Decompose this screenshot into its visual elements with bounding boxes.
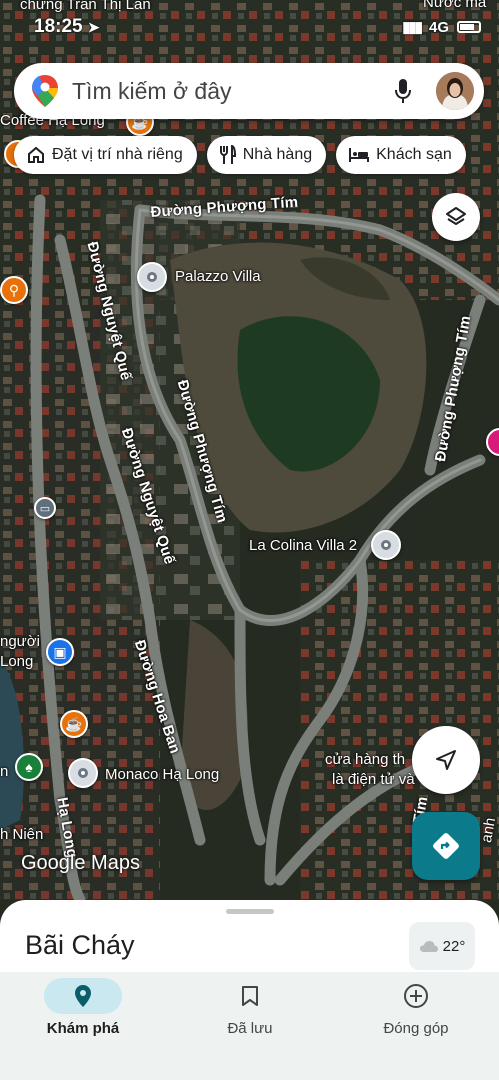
search-input[interactable]: Tìm kiếm ở đây [72, 78, 388, 105]
nav-label-saved: Đã lưu [227, 1020, 273, 1037]
status-indicators: ▮▮▮ 4G [402, 18, 481, 36]
search-bar[interactable]: Tìm kiếm ở đây [14, 63, 484, 119]
bottom-sheet[interactable]: Bãi Cháy 22° [0, 900, 499, 980]
place-label-long: Long [0, 653, 34, 670]
directions-icon [433, 833, 459, 859]
network-type: 4G [428, 18, 449, 36]
nav-contribute[interactable]: Đóng góp [346, 972, 486, 1062]
directions-button[interactable] [412, 812, 480, 880]
top-right-text: Nước ma [423, 0, 487, 11]
battery-icon [457, 21, 481, 33]
temperature: 22° [442, 937, 466, 955]
explore-pin-icon [75, 985, 91, 1007]
place-label-store-1: cửa hàng th [325, 751, 406, 768]
notification-text: chứng Trần Thị Lan [20, 0, 151, 13]
place-label-palazzo[interactable]: Palazzo Villa [175, 268, 261, 285]
navigation-arrow-icon [436, 750, 456, 770]
place-label-store-2: là điện tử và [332, 771, 415, 788]
bottom-navigation: Khám phá Đã lưu Đóng góp [0, 972, 499, 1080]
bookmark-icon [242, 986, 258, 1006]
hotel-icon [349, 148, 370, 162]
microphone-icon[interactable] [388, 76, 418, 106]
place-label-monaco[interactable]: Monaco Hạ Long [105, 766, 219, 783]
nav-explore-pill [44, 978, 122, 1014]
layers-button[interactable] [432, 193, 480, 241]
nav-label-contribute: Đóng góp [383, 1020, 449, 1037]
chip-label-hotels: Khách sạn [376, 146, 452, 163]
nav-saved[interactable]: Đã lưu [180, 972, 320, 1062]
restaurant-icon [219, 145, 236, 164]
category-chips: Đặt vị trí nhà riêng Nhà hàng Khách sạn [14, 136, 466, 174]
google-maps-pin-icon [32, 75, 58, 107]
shopping-poi-icon[interactable]: ▣ [46, 638, 74, 666]
restaurant-poi-icon-2[interactable]: ⚲ [0, 276, 28, 304]
weather-chip[interactable]: 22° [409, 922, 475, 970]
chip-label-restaurants: Nhà hàng [242, 146, 313, 163]
place-label-n: n [0, 763, 9, 780]
nav-contribute-pill [377, 978, 455, 1014]
status-bar: chứng Trần Thị Lan Nước ma 18:25 ➤ ▮▮▮ 4… [0, 0, 499, 44]
area-title: Bãi Cháy [25, 930, 135, 960]
signal-icon: ▮▮▮ [402, 19, 423, 36]
la-colina-pin-icon[interactable] [371, 530, 401, 560]
google-maps-logo: Google Maps [21, 852, 140, 874]
place-label-thanh-nien: h Niên [0, 826, 44, 843]
add-circle-icon [404, 984, 428, 1008]
location-arrow-icon: ➤ [87, 19, 100, 35]
chip-set-home[interactable]: Đặt vị trí nhà riêng [14, 136, 197, 174]
layers-icon [446, 207, 466, 225]
status-time-value: 18:25 [34, 16, 83, 37]
place-label-colina[interactable]: La Colina Villa 2 [249, 537, 357, 554]
bus-stop-icon[interactable]: ▭ [34, 497, 56, 519]
nav-explore[interactable]: Khám phá [13, 972, 153, 1062]
park-poi-icon[interactable]: ♠ [15, 753, 43, 781]
cloud-icon [419, 941, 438, 952]
nav-label-explore: Khám phá [46, 1020, 120, 1037]
profile-avatar[interactable] [436, 72, 474, 110]
chip-hotels[interactable]: Khách sạn [336, 136, 466, 174]
status-time: 18:25 ➤ [34, 16, 100, 38]
chip-restaurants[interactable]: Nhà hàng [206, 136, 327, 174]
my-location-button[interactable] [412, 726, 480, 794]
cafe-poi-icon-2[interactable]: ☕ [60, 710, 88, 738]
place-label-nguoi: người [0, 633, 40, 650]
palazzo-villa-pin-icon[interactable] [137, 262, 167, 292]
monaco-pin-icon[interactable] [68, 758, 98, 788]
home-icon [28, 146, 44, 163]
nav-saved-pill [211, 978, 289, 1014]
sheet-drag-handle[interactable] [226, 909, 274, 914]
chip-label-home: Đặt vị trí nhà riêng [52, 146, 183, 163]
